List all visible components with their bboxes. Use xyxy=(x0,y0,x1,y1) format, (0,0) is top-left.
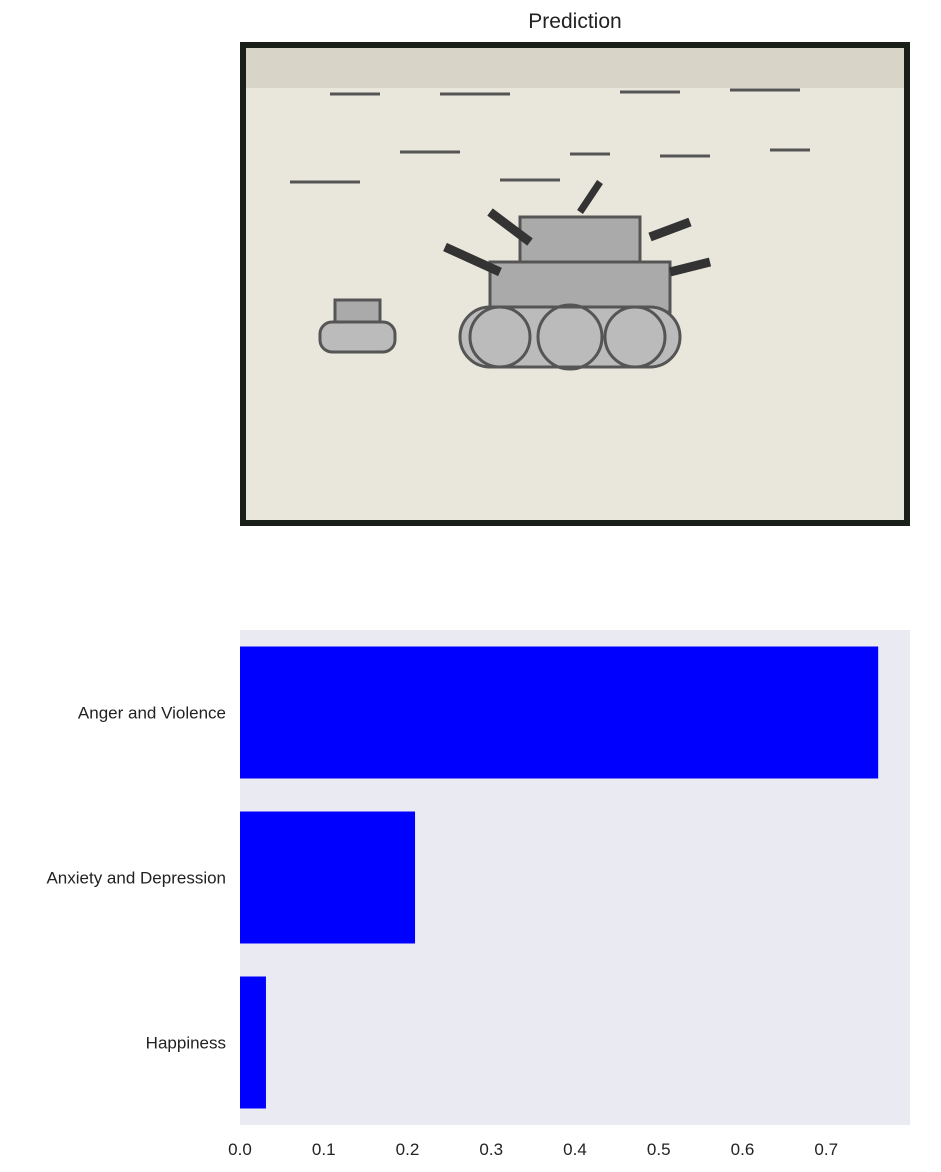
bar-anxiety-and-depression xyxy=(240,811,416,944)
x-tick-label: 0.0 xyxy=(228,1140,252,1159)
y-tick-label: Anger and Violence xyxy=(78,704,226,723)
bar-chart: Anger and Violence Anxiety and Depression… xyxy=(46,630,910,1159)
y-tick-label: Anxiety and Depression xyxy=(46,869,226,888)
bar-anger-and-violence xyxy=(240,646,879,779)
x-tick-label: 0.2 xyxy=(396,1140,420,1159)
x-tick-label: 0.4 xyxy=(563,1140,587,1159)
y-tick-label: Happiness xyxy=(146,1034,226,1053)
bar-happiness xyxy=(240,976,266,1109)
x-tick-label: 0.6 xyxy=(731,1140,755,1159)
x-tick-label: 0.7 xyxy=(814,1140,838,1159)
x-tick-label: 0.5 xyxy=(647,1140,671,1159)
x-tick-label: 0.1 xyxy=(312,1140,336,1159)
x-tick-label: 0.3 xyxy=(479,1140,503,1159)
